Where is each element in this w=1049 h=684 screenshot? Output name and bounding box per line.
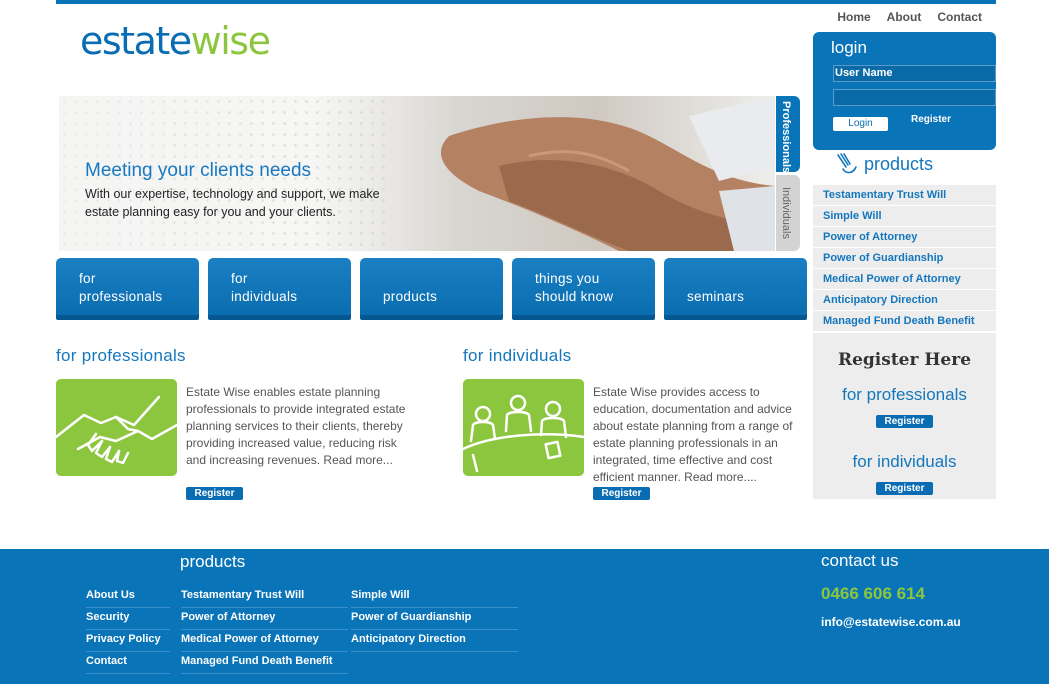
footer-link[interactable]: About Us xyxy=(86,586,170,608)
top-navigation: Home About Contact xyxy=(821,10,982,24)
tab-individuals-label: Individuals xyxy=(780,187,792,239)
tile-things-you-should-know[interactable]: things you should know xyxy=(512,258,655,320)
top-accent-bar xyxy=(56,0,996,4)
meeting-icon xyxy=(463,379,584,476)
footer-products-title: products xyxy=(180,552,246,571)
nav-home-link[interactable]: Home xyxy=(821,10,870,24)
products-heading: products xyxy=(836,153,933,175)
footer-product-link[interactable]: Power of Guardianship xyxy=(351,608,518,630)
logo-part-wise: wise xyxy=(190,19,271,63)
register-link[interactable]: Register xyxy=(911,114,951,125)
login-panel: login User Name Login Register xyxy=(813,32,996,150)
product-link[interactable]: Anticipatory Direction xyxy=(813,290,996,311)
tile-line1: for xyxy=(231,271,248,286)
footer-product-link[interactable]: Simple Will xyxy=(351,586,518,608)
footer-phone[interactable]: 0466 606 614 xyxy=(821,584,925,604)
main-nav-tiles: for professionals for individuals products… xyxy=(56,258,807,320)
product-link[interactable]: Power of Guardianship xyxy=(813,248,996,269)
password-field[interactable] xyxy=(833,89,996,106)
quill-hand-icon xyxy=(837,153,857,174)
banner-headline: Meeting your clients needs xyxy=(85,160,312,181)
banner-text: With our expertise, technology and suppo… xyxy=(85,187,380,219)
footer-links-column: About Us Security Privacy Policy Contact xyxy=(86,586,170,674)
register-here-heading: Register Here xyxy=(837,350,972,370)
login-title: login xyxy=(831,38,867,57)
products-title: products xyxy=(864,153,934,174)
username-field[interactable]: User Name xyxy=(833,65,996,82)
professionals-description: Estate Wise enables estate planning prof… xyxy=(186,385,406,467)
handshake-photo xyxy=(440,96,775,251)
footer-link[interactable]: Privacy Policy xyxy=(86,630,170,652)
register-here-professionals-button[interactable]: Register xyxy=(876,415,933,428)
product-link[interactable]: Managed Fund Death Benefit xyxy=(813,311,996,332)
tile-line2: products xyxy=(383,289,438,304)
nav-about-link[interactable]: About xyxy=(871,10,922,24)
individuals-description: Estate Wise provides access to education… xyxy=(593,385,793,484)
product-link[interactable]: Simple Will xyxy=(813,206,996,227)
register-for-professionals-label: for professionals xyxy=(842,385,967,404)
footer-products-column-1: Testamentary Trust Will Power of Attorne… xyxy=(181,586,348,674)
register-for-individuals-label: for individuals xyxy=(852,452,957,471)
tile-line2: professionals xyxy=(79,289,163,304)
register-individuals-button[interactable]: Register xyxy=(593,487,650,500)
footer-link[interactable]: Contact xyxy=(86,652,170,674)
footer-product-link[interactable]: Anticipatory Direction xyxy=(351,630,518,652)
footer: products About Us Security Privacy Polic… xyxy=(0,549,1049,684)
tab-professionals[interactable]: Professionals xyxy=(776,96,800,174)
tile-seminars[interactable]: seminars xyxy=(664,258,807,320)
hero-banner: Meeting your clients needs With our expe… xyxy=(59,96,775,251)
register-here-panel: Register Here for professionals Register… xyxy=(813,333,996,499)
footer-product-link[interactable]: Medical Power of Attorney xyxy=(181,630,348,652)
tab-individuals[interactable]: Individuals xyxy=(776,175,800,251)
product-link[interactable]: Testamentary Trust Will xyxy=(813,185,996,206)
estatewise-logo[interactable]: estatewise xyxy=(80,19,271,63)
footer-product-link[interactable]: Power of Attorney xyxy=(181,608,348,630)
product-link[interactable]: Medical Power of Attorney xyxy=(813,269,996,290)
tile-for-professionals[interactable]: for professionals xyxy=(56,258,199,320)
tile-line2: should know xyxy=(535,289,614,304)
register-professionals-button[interactable]: Register xyxy=(186,487,243,500)
footer-link[interactable]: Security xyxy=(86,608,170,630)
footer-products-column-2: Simple Will Power of Guardianship Antici… xyxy=(351,586,518,652)
tile-line2: individuals xyxy=(231,289,298,304)
products-list: Testamentary Trust Will Simple Will Powe… xyxy=(813,185,996,332)
register-here-individuals-button[interactable]: Register xyxy=(876,482,933,495)
footer-contact-title: contact us xyxy=(821,551,899,570)
tab-professionals-label: Professionals xyxy=(780,101,792,174)
footer-product-link[interactable]: Testamentary Trust Will xyxy=(181,586,348,608)
product-link[interactable]: Power of Attorney xyxy=(813,227,996,248)
nav-contact-link[interactable]: Contact xyxy=(921,10,982,24)
footer-email[interactable]: info@estatewise.com.au xyxy=(821,615,961,629)
tile-line1: for xyxy=(79,271,96,286)
login-button[interactable]: Login xyxy=(833,117,888,131)
footer-product-link[interactable]: Managed Fund Death Benefit xyxy=(181,652,348,674)
tile-line2: seminars xyxy=(687,289,745,304)
handshake-icon xyxy=(56,379,177,476)
logo-part-estate: estate xyxy=(80,19,192,63)
tile-line1: things you xyxy=(535,271,600,286)
section-title-professionals: for professionals xyxy=(56,346,186,365)
tile-for-individuals[interactable]: for individuals xyxy=(208,258,351,320)
tile-products[interactable]: products xyxy=(360,258,503,320)
section-title-individuals: for individuals xyxy=(463,346,572,365)
